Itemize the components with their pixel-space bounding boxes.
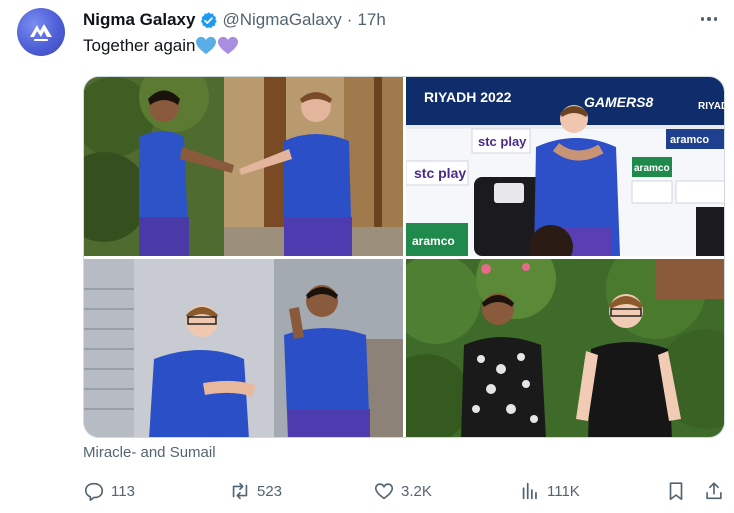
views-button[interactable]: 111K [519, 478, 580, 504]
heart-icon [374, 483, 394, 500]
photo-pointing[interactable] [84, 259, 403, 437]
gamers8-logo-text: GAMERS8 [584, 94, 653, 110]
tweet-text: Together again [83, 36, 196, 55]
user-handle[interactable]: @NigmaGalaxy [222, 10, 341, 30]
share-icon [706, 482, 722, 500]
purple-heart-emoji-icon [218, 36, 239, 55]
repost-button[interactable]: 523 [229, 478, 282, 504]
aramco-logo-1: aramco [412, 234, 455, 248]
aramco-logo-2: aramco [670, 134, 709, 146]
riyadh-banner-text: RIYADH 2022 [424, 89, 512, 105]
more-options-icon[interactable] [698, 10, 720, 28]
separator-dot: · [346, 10, 353, 29]
stc-play-logo-1: stc play [414, 165, 466, 181]
analytics-icon [522, 482, 537, 500]
stc-play-logo-2: stc play [478, 134, 527, 149]
media-grid: RIYADH 2022 GAMERS8 RIYADH stc play stc … [83, 76, 725, 438]
tweet-text-row: Together again [83, 36, 239, 56]
action-bar: 113 523 3.2K 111K [83, 478, 728, 504]
reply-button[interactable]: 113 [83, 478, 135, 504]
reply-count: 113 [111, 482, 135, 500]
avatar[interactable] [17, 8, 65, 56]
blue-heart-emoji-icon [196, 36, 217, 55]
bookmark-button[interactable] [665, 478, 693, 504]
like-count: 3.2K [401, 482, 432, 500]
bookmark-icon [669, 482, 683, 501]
share-button[interactable] [703, 478, 731, 504]
reply-icon [84, 482, 104, 501]
nigma-logo-icon [30, 24, 52, 41]
media-caption: Miracle- and Sumail [83, 444, 216, 461]
repost-count: 523 [257, 482, 283, 500]
tweet-header: Nigma Galaxy @NigmaGalaxy · 17h [83, 9, 386, 31]
repost-icon [232, 482, 248, 500]
display-name[interactable]: Nigma Galaxy [83, 10, 195, 30]
like-button[interactable]: 3.2K [373, 478, 432, 504]
view-count: 111K [547, 482, 580, 500]
photo-hug-riyadh[interactable]: RIYADH 2022 GAMERS8 RIYADH stc play stc … [406, 77, 725, 256]
timestamp[interactable]: 17h [357, 10, 385, 30]
aramco-logo-3: aramco [634, 163, 670, 174]
verified-badge-icon [201, 11, 218, 28]
photo-garden[interactable] [406, 259, 724, 437]
riyadh-edge-text: RIYADH [698, 101, 725, 112]
photo-handshake[interactable] [84, 77, 403, 256]
